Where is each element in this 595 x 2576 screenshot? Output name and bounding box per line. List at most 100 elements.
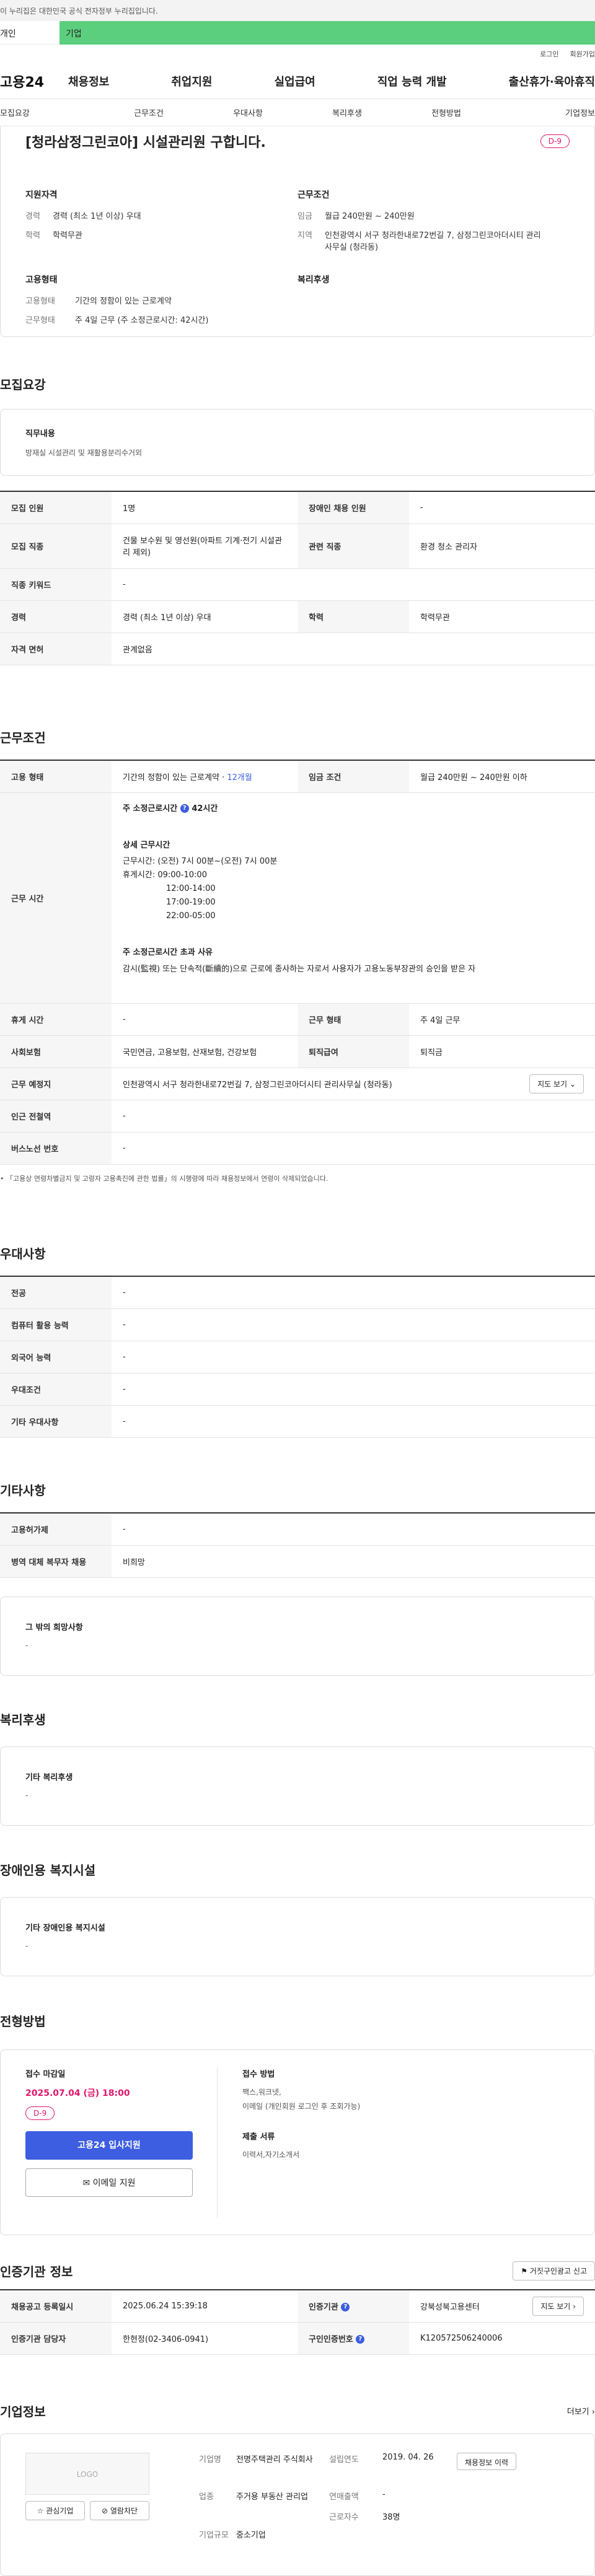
- info-icon[interactable]: ?: [341, 2303, 350, 2312]
- employees-label: 근로자수: [329, 2513, 359, 2522]
- age-notice: • 「고용상 연령차별금지 및 고령자 고용촉진에 관한 법률」의 시행령에 따…: [0, 1174, 328, 1183]
- gnb-training[interactable]: 직업 능력 개발: [377, 73, 447, 89]
- cell-key: 임금 조건: [298, 760, 409, 793]
- table-row: 병역 대체 복무자 채용 비희망: [0, 1545, 595, 1578]
- emp-type-value: 기간의 정함이 있는 근로계약 ·: [123, 773, 225, 782]
- site-logo[interactable]: 고용24: [0, 71, 68, 91]
- more-label: 더보기: [566, 2407, 589, 2417]
- welfare-value: -: [25, 1791, 29, 1800]
- apply-button[interactable]: 고용24 입사지원: [25, 2131, 193, 2160]
- report-button[interactable]: ⚑ 거짓구인광고 신고: [513, 2261, 595, 2280]
- tab-personal[interactable]: 개인: [0, 21, 60, 45]
- cell-value: -: [112, 1308, 595, 1341]
- cell-value: -: [112, 1513, 595, 1546]
- detail-hours-title: 상세 근무시간: [123, 840, 170, 850]
- subnav-recruit[interactable]: 모집요강: [0, 107, 99, 118]
- subnav-welfare[interactable]: 복리후생: [298, 107, 397, 118]
- cell-key: 직종 키워드: [0, 568, 112, 601]
- cert-section: 인증기관 정보 ⚑ 거짓구인광고 신고 채용공고 등록일시 2025.06.24…: [0, 2261, 595, 2355]
- qual-value: 경력 (최소 1년 이상) 우대: [53, 212, 141, 221]
- etc-table: 고용허가제 - 병역 대체 복무자 채용 비희망: [0, 1512, 595, 1578]
- table-row: 사회보험 국민연금, 고용보험, 산재보험, 건강보험 퇴직급여 퇴직금: [0, 1035, 595, 1068]
- cell-key: 인증기관 담당자: [0, 2322, 112, 2355]
- cell-key: 관련 직종: [298, 524, 409, 569]
- work-table: 고용 형태 기간의 정함이 있는 근로계약 · 12개월 임금 조건 월급 24…: [0, 760, 595, 1165]
- disabled-label: 기타 장애인용 복지시설: [25, 1924, 105, 1933]
- detail-line: 근무시간: (오전) 7시 00분~(오전) 7시 00분: [123, 856, 278, 866]
- qual-key: 경력: [25, 212, 40, 221]
- qual-heading: 지원자격: [25, 190, 58, 200]
- table-row: 고용 형태 기간의 정함이 있는 근로계약 · 12개월 임금 조건 월급 24…: [0, 760, 595, 793]
- detail-line: 17:00-19:00: [166, 897, 216, 907]
- subnav-company[interactable]: 기업정보: [496, 107, 595, 118]
- cell-key: 인근 전철역: [0, 1100, 112, 1132]
- cell-value: -: [112, 1276, 595, 1309]
- favorite-button[interactable]: ☆ 관심기업: [25, 2501, 85, 2520]
- email-apply-button[interactable]: ✉ 이메일 지원: [25, 2168, 193, 2197]
- biz-label: 업종: [199, 2492, 214, 2502]
- disabled-value: -: [25, 1942, 29, 1950]
- table-row: 직종 키워드 -: [0, 568, 595, 601]
- gnb-jobs[interactable]: 채용정보: [68, 73, 109, 89]
- map-button[interactable]: 지도 보기 ›: [532, 2296, 584, 2316]
- method-label: 접수 방법: [242, 2070, 275, 2079]
- tab-business[interactable]: 기업: [60, 21, 595, 45]
- work-section: 근무조건 고용 형태 기간의 정함이 있는 근로계약 · 12개월 임금 조건 …: [0, 728, 595, 1183]
- recruit-history-button[interactable]: 채용정보 이력: [457, 2453, 517, 2470]
- cell-key: 전공: [0, 1276, 112, 1309]
- company-title: 기업정보: [0, 2404, 46, 2419]
- age-notice-text: 「고용상 연령차별금지 및 고령자 고용촉진에 관한 법률」의 시행령에 따라 …: [6, 1174, 328, 1183]
- pref-title: 우대사항: [0, 1246, 46, 1261]
- table-row: 경력 경력 (최소 1년 이상) 우대 학력 학력무관: [0, 600, 595, 633]
- deadline-value: 2025.07.04 (금) 18:00: [25, 2088, 130, 2098]
- year-label: 설립연도: [329, 2455, 359, 2464]
- subnav-pref[interactable]: 우대사항: [198, 107, 298, 118]
- info-icon[interactable]: ?: [180, 804, 189, 813]
- duty-card: 직무내용 방재실 시설관리 및 재활용분리수거외: [0, 409, 595, 476]
- chevron-right-icon: ›: [573, 2302, 576, 2311]
- disabled-section: 장애인용 복지시설 기타 장애인용 복지시설 -: [0, 1860, 595, 1976]
- job-title: [청라삼정그린코아] 시설관리원 구합니다.: [25, 135, 266, 151]
- cell-value: -: [112, 1100, 595, 1132]
- over-reason-title: 주 소정근로시간 초과 사유: [123, 947, 213, 957]
- work-place-value: 인천광역시 서구 청라한내로72번길 7, 삼정그린코아더시티 관리사무실 (청…: [123, 1080, 392, 1090]
- block-icon: ⊘: [101, 2507, 108, 2515]
- email-apply-label: 이메일 지원: [92, 2178, 136, 2188]
- utility-bar: 로그인 회원가입: [0, 45, 595, 63]
- star-icon: ☆: [37, 2507, 44, 2515]
- qual-key: 학력: [25, 231, 40, 240]
- cell-value: 건물 보수원 및 영선원(아파트 기계·전기 시설관리 제외): [112, 524, 298, 569]
- emp-key: 고용형태: [25, 297, 55, 306]
- contract-period-link[interactable]: 12개월: [227, 773, 252, 782]
- welfare-heading: 복리후생: [298, 275, 330, 285]
- map-button-label: 지도 보기: [540, 2302, 571, 2311]
- process-section: 전형방법 접수 마감일 2025.07.04 (금) 18:00 D-9 고용2…: [0, 2012, 595, 2235]
- more-link[interactable]: 더보기 ›: [567, 2405, 595, 2417]
- docs-value: 이력서,자기소개서: [242, 2150, 300, 2159]
- subnav-process[interactable]: 전형방법: [397, 107, 496, 118]
- gnb-unemployment[interactable]: 실업급여: [275, 73, 315, 89]
- other-wish-value: -: [25, 1641, 29, 1650]
- gnb-employment-support[interactable]: 취업지원: [171, 73, 212, 89]
- map-button[interactable]: 지도 보기 ⌄: [529, 1074, 584, 1093]
- section-nav: 모집요강 근무조건 우대사항 복리후생 전형방법 기업정보: [0, 99, 595, 126]
- map-button-label: 지도 보기: [537, 1079, 568, 1089]
- cell-key: 장애인 채용 인원: [298, 491, 409, 524]
- sales-value: -: [382, 2490, 386, 2499]
- cell-value: 2025.06.24 15:39:18: [112, 2290, 298, 2323]
- info-icon[interactable]: ?: [356, 2335, 365, 2344]
- detail-line: 22:00-05:00: [166, 911, 216, 921]
- login-link[interactable]: 로그인: [540, 49, 558, 59]
- signup-link[interactable]: 회원가입: [570, 49, 595, 59]
- table-row: 고용허가제 -: [0, 1513, 595, 1546]
- cell-key: 고용 형태: [0, 760, 112, 793]
- subnav-work[interactable]: 근무조건: [99, 107, 198, 118]
- cond-value: 월급 240만원 ~ 240만원: [325, 212, 415, 221]
- cell-value: 비희망: [112, 1545, 595, 1578]
- gnb-leave[interactable]: 출산휴가·육아휴직: [509, 73, 595, 89]
- table-row: 근무 시간 주 소정근로시간 ? 42시간 상세 근무시간 근무시간: (오전)…: [0, 792, 595, 1004]
- cell-key: 근무 형태: [298, 1003, 409, 1036]
- process-title: 전형방법: [0, 2014, 46, 2029]
- company-section: 기업정보 더보기 › LOGO ☆ 관심기업 ⊘ 열람차단 기업명 전명주택관리…: [0, 2402, 595, 2576]
- block-button[interactable]: ⊘ 열람차단: [90, 2501, 149, 2520]
